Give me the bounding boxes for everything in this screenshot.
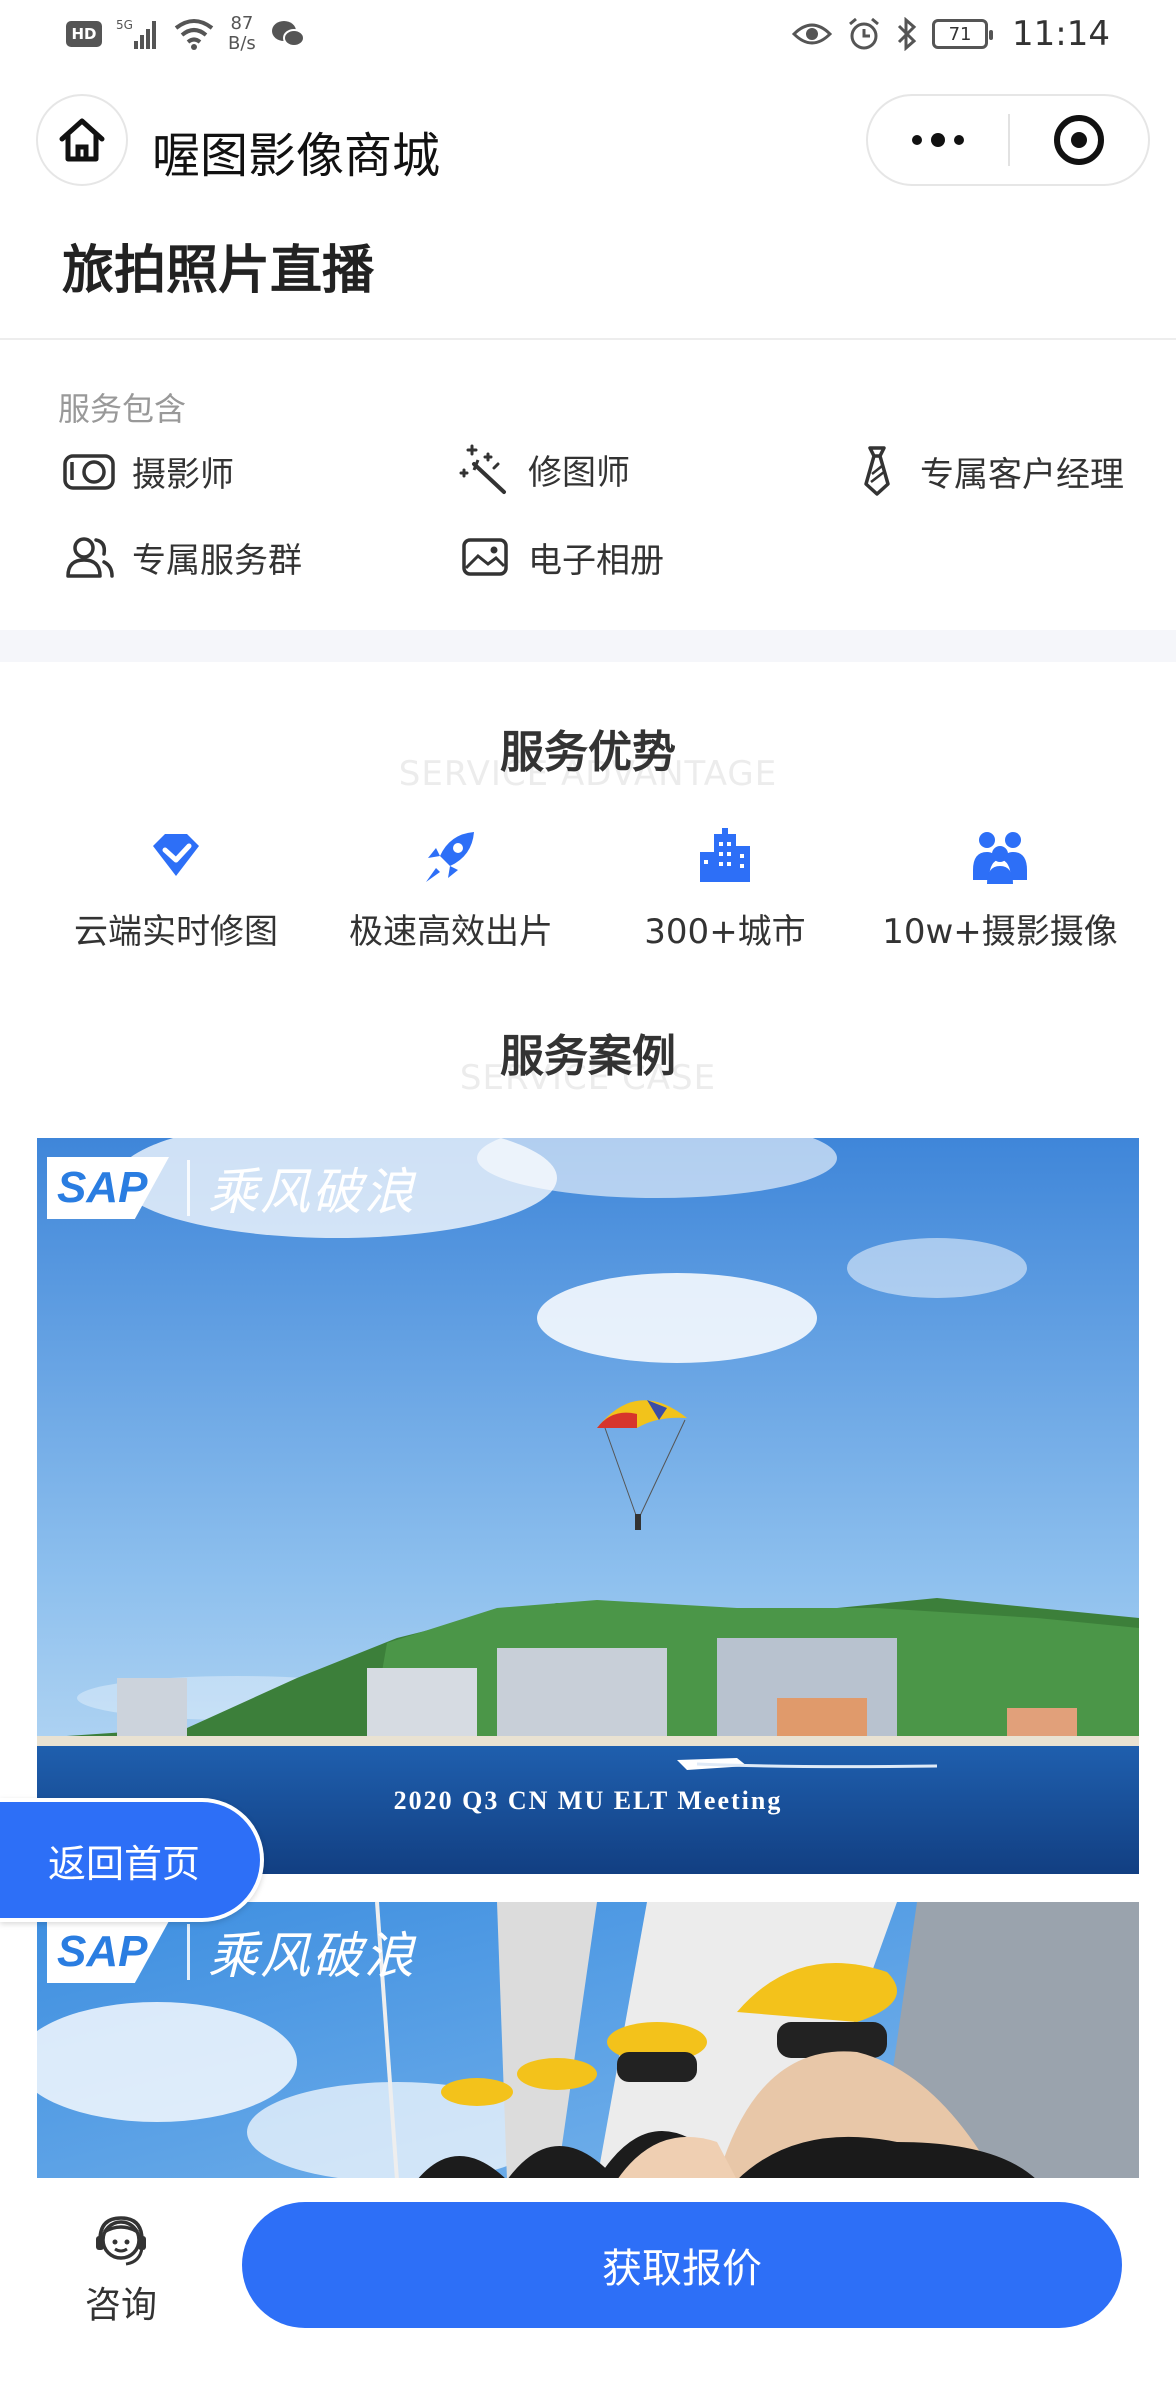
advantage-cloud-retouch: 云端实时修图 (26, 826, 326, 953)
watermark: SAP 乘风破浪 (47, 1152, 416, 1224)
get-quote-button[interactable]: 获取报价 (242, 2202, 1122, 2328)
cases-header: 服务案例 SERVICE CASE (0, 1020, 1176, 1098)
cases-title: 服务案例 (500, 1031, 676, 1082)
group-icon (66, 537, 114, 578)
status-bar: HD 5G 87 B/s 71 11:14 (0, 0, 1176, 76)
service-item-photographer: 摄影师 (62, 444, 234, 498)
nav-title: 喔图影像商城 (152, 128, 441, 184)
divider (0, 338, 1176, 340)
more-button[interactable] (868, 96, 1008, 184)
advantage-fast-delivery: 极速高效出片 (301, 826, 601, 953)
watermark-text: 乘风破浪 (208, 1927, 416, 1985)
rocket-icon (426, 832, 474, 882)
watermark-divider (187, 1924, 190, 1980)
watermark-divider (187, 1160, 190, 1216)
album-icon (462, 538, 508, 576)
service-label: 摄影师 (132, 454, 234, 495)
watermark: SAP 乘风破浪 (47, 1916, 416, 1988)
bottom-action-bar: 咨询 获取报价 (0, 2178, 1176, 2400)
wechat-icon (271, 21, 305, 47)
service-item-service-group: 专属服务群 (62, 530, 302, 584)
services-label: 服务包含 (58, 390, 187, 428)
tie-icon (864, 446, 890, 496)
service-label: 修图师 (528, 452, 630, 493)
advantage-cities: 300+城市 (575, 826, 875, 953)
more-dot-right (954, 135, 964, 145)
advantage-label: 极速高效出片 (349, 912, 553, 952)
advantage-label: 云端实时修图 (74, 912, 278, 952)
people-icon (973, 832, 1027, 884)
city-icon (700, 828, 750, 882)
home-icon (59, 118, 105, 162)
target-icon (1054, 115, 1104, 165)
wifi-icon (174, 19, 214, 50)
home-button[interactable] (36, 94, 128, 186)
service-label: 电子相册 (528, 540, 664, 581)
clock: 11:14 (1012, 14, 1110, 54)
section-gap (0, 630, 1176, 662)
watermark-text: 乘风破浪 (208, 1163, 416, 1221)
case-photo-sailing[interactable]: SAP 乘风破浪 (37, 1902, 1139, 2180)
more-dot-center (931, 133, 945, 147)
advantage-label: 300+城市 (644, 912, 806, 952)
signal-icon: 5G (116, 18, 156, 49)
service-item-account-manager: 专属客户经理 (850, 444, 1124, 498)
camera-icon (63, 454, 115, 490)
service-item-e-album: 电子相册 (458, 530, 664, 584)
advantage-label: 10w+摄影摄像 (882, 912, 1118, 952)
svg-text:5G: 5G (116, 18, 133, 32)
status-left: HD 5G 87 B/s (66, 14, 306, 54)
consult-label: 咨询 (84, 2285, 157, 2326)
status-right: 71 11:14 (792, 14, 1110, 54)
sap-logo: SAP (47, 1157, 169, 1219)
diamond-check-icon (153, 834, 199, 876)
advantages-header: 服务优势 SERVICE ADVANTAGE (0, 716, 1176, 794)
network-speed: 87 B/s (228, 13, 256, 54)
customer-service-icon (96, 2216, 146, 2266)
case-photo-parasail[interactable]: SAP 乘风破浪 2020 Q3 CN MU ELT Meeting (37, 1138, 1139, 1874)
magic-wand-icon (459, 444, 506, 494)
service-item-retoucher: 修图师 (458, 442, 630, 496)
bluetooth-icon (897, 17, 917, 51)
capsule-menu (866, 94, 1150, 186)
close-miniprogram-button[interactable] (1010, 96, 1148, 184)
sap-logo: SAP (47, 1921, 169, 1983)
advantages-title: 服务优势 (500, 727, 676, 778)
eye-icon (792, 23, 833, 45)
back-home-button[interactable]: 返回首页 (0, 1798, 264, 1922)
hd-badge: HD (66, 21, 102, 47)
alarm-icon (849, 17, 879, 50)
more-dots-icon (912, 135, 922, 145)
battery-icon: 71 (932, 19, 994, 49)
service-label: 专属客户经理 (920, 454, 1124, 495)
advantage-photographers: 10w+摄影摄像 (850, 826, 1150, 953)
product-title: 旅拍照片直播 (62, 241, 375, 301)
parasail-photo (37, 1138, 1139, 1874)
consult-button[interactable]: 咨询 (66, 2210, 176, 2328)
nav-bar: 喔图影像商城 (0, 90, 1176, 194)
service-label: 专属服务群 (132, 540, 302, 581)
